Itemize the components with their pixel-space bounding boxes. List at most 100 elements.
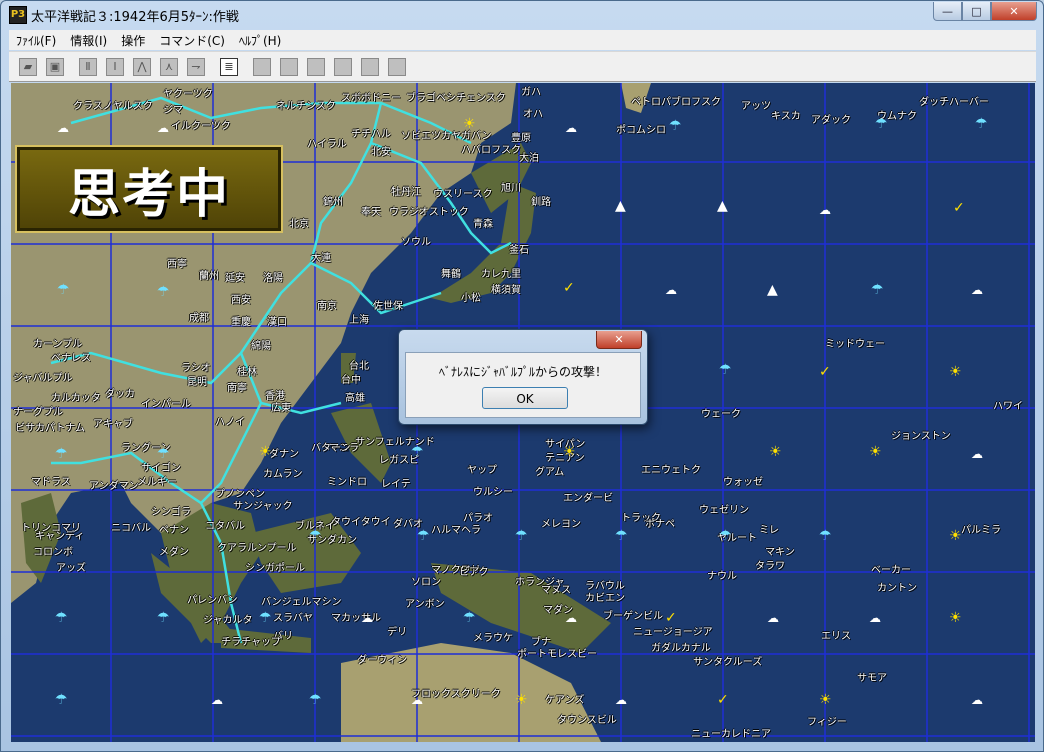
map-place-label[interactable]: 豊原 (511, 129, 531, 144)
map-place-label[interactable]: カルカッタ (51, 389, 101, 404)
dialog-close-button[interactable]: ✕ (596, 331, 642, 349)
map-place-label[interactable]: 西寧 (167, 255, 187, 270)
map-place-label[interactable]: エリス (821, 627, 851, 642)
map-place-label[interactable]: アンダマン (89, 477, 139, 492)
map-place-label[interactable]: 桂林 (237, 363, 257, 378)
map-place-label[interactable]: ベナレス (51, 349, 91, 364)
map-place-label[interactable]: ニコバル (111, 519, 151, 534)
map-place-label[interactable]: 西安 (231, 291, 251, 306)
map-place-label[interactable]: ウェゼリン (699, 501, 749, 516)
map-place-label[interactable]: 佐世保 (373, 297, 403, 312)
map-place-label[interactable]: ポコムシロ (616, 121, 666, 136)
map-place-label[interactable]: デリ (387, 623, 407, 638)
map-place-label[interactable]: ビアク (459, 563, 489, 578)
map-place-label[interactable]: メラウケ (473, 629, 513, 644)
map-place-label[interactable]: グアム (535, 463, 564, 478)
map-place-label[interactable]: ナーグプル (13, 403, 63, 418)
map-place-label[interactable]: 釧路 (531, 193, 551, 208)
menu-file[interactable]: ﾌｧｲﾙ(F) (9, 32, 63, 49)
map-place-label[interactable]: ジャカルタ (203, 611, 253, 626)
save-icon[interactable]: ▣ (46, 57, 64, 76)
map-place-label[interactable]: シンゴラ (151, 503, 191, 518)
map-place-label[interactable]: ヤップ (467, 461, 497, 476)
map-place-label[interactable]: ハイラル (307, 135, 347, 150)
open-icon[interactable]: ▰ (19, 57, 37, 76)
map-place-label[interactable]: キャンディ (35, 527, 84, 542)
map-place-label[interactable]: フィジー (807, 713, 847, 728)
move2-icon[interactable]: ⋏ (160, 57, 178, 76)
map-place-label[interactable]: 牡丹江 (391, 183, 421, 198)
map-place-label[interactable]: ソウル (401, 233, 431, 248)
map-place-label[interactable]: 昆明 (187, 373, 207, 388)
map-place-label[interactable]: 漢口 (267, 313, 287, 328)
map-place-label[interactable]: サモア (857, 669, 887, 684)
map-place-label[interactable]: 台北 (349, 357, 369, 372)
map-place-label[interactable]: ポナペ (645, 515, 675, 530)
map-place-label[interactable]: 延安 (225, 269, 245, 284)
map-place-label[interactable]: カーンプル (33, 335, 82, 350)
map-place-label[interactable]: アッズ (56, 559, 86, 574)
map-place-label[interactable]: マヌス (541, 581, 571, 596)
map-place-label[interactable]: 高雄 (345, 389, 365, 404)
unit-list2-icon[interactable]: Ⅰ (106, 57, 124, 76)
map-place-label[interactable]: スラバヤ (273, 609, 313, 624)
map-place-label[interactable]: ペナン (159, 521, 189, 536)
map-place-label[interactable]: 奉天 (361, 203, 381, 218)
map-place-label[interactable]: 台中 (341, 371, 361, 386)
blank2-icon[interactable] (280, 57, 298, 76)
map-place-label[interactable]: ウラジオストック (389, 203, 469, 218)
map-place-label[interactable]: パルミラ (961, 521, 1001, 536)
map-place-label[interactable]: タウンスビル (557, 711, 617, 726)
map-place-label[interactable]: ヤクーツク (163, 85, 213, 100)
blank4-icon[interactable] (334, 57, 352, 76)
map-place-label[interactable]: ラシオ (181, 359, 211, 374)
map-place-label[interactable]: バターン (311, 439, 351, 454)
map-place-label[interactable]: インパール (141, 395, 191, 410)
map-place-label[interactable]: 南寧 (227, 379, 247, 394)
blank1-icon[interactable] (253, 57, 271, 76)
map-place-label[interactable]: 蘭州 (199, 267, 219, 282)
map-place-label[interactable]: ウォッゼ (723, 473, 763, 488)
blank3-icon[interactable] (307, 57, 325, 76)
map-place-label[interactable]: チチハル (351, 125, 391, 140)
map-place-label[interactable]: ペトロパブロフスク (631, 93, 721, 108)
map-place-label[interactable]: エニウェトク (641, 461, 701, 476)
map-place-label[interactable]: パレンバン (187, 591, 238, 606)
map-place-label[interactable]: チラチャップ (221, 633, 281, 648)
map-place-label[interactable]: エンダービ (563, 489, 613, 504)
maximize-button[interactable]: □ (962, 2, 991, 21)
map-place-label[interactable]: 大泊 (519, 149, 539, 164)
map-place-label[interactable]: ウルシー (473, 483, 513, 498)
map-place-label[interactable]: 舞鶴 (441, 265, 461, 280)
map-place-label[interactable]: カムラン (263, 465, 303, 480)
map-place-label[interactable]: アッツ (741, 97, 771, 112)
map-place-label[interactable]: ウスリースク (433, 185, 493, 200)
map-place-label[interactable]: 釜石 (509, 241, 529, 256)
map-place-label[interactable]: マカッサル (331, 609, 381, 624)
map-place-label[interactable]: ケアンズ (545, 691, 584, 706)
map-place-label[interactable]: 小松 (461, 289, 481, 304)
map-place-label[interactable]: ハノイ (215, 413, 245, 428)
map-place-label[interactable]: ジョンストン (891, 427, 951, 442)
map-place-label[interactable]: 北京 (289, 215, 309, 230)
map-place-label[interactable]: ウェーク (701, 405, 741, 420)
map-place-label[interactable]: ナウル (707, 567, 737, 582)
map-place-label[interactable]: メレヨン (541, 515, 581, 530)
map-place-label[interactable]: サンタクルーズ (693, 653, 762, 668)
map-place-label[interactable]: ブラゴベシチェンスク (406, 89, 506, 104)
map-place-label[interactable]: 大連 (311, 249, 331, 264)
map-place-label[interactable]: イルクーツク (171, 117, 231, 132)
map-place-label[interactable]: 錦州 (323, 193, 343, 208)
map-place-label[interactable]: タウイタウイ (331, 513, 391, 528)
map-place-label[interactable]: バンジェルマシン (261, 593, 342, 608)
map-place-label[interactable]: キスカ (771, 107, 801, 122)
map-place-label[interactable]: スボボドニー (341, 89, 401, 104)
map-place-label[interactable]: 青森 (473, 215, 493, 230)
map-place-label[interactable]: コタバル (205, 517, 245, 532)
map-place-label[interactable]: ダッカ (105, 385, 135, 400)
minimize-button[interactable]: — (933, 2, 962, 21)
map-place-label[interactable]: サンジャック (233, 497, 293, 512)
map-place-label[interactable]: ミンドロ (327, 473, 367, 488)
map-place-label[interactable]: アダック (811, 111, 851, 126)
map-place-label[interactable]: 上海 (349, 311, 369, 326)
